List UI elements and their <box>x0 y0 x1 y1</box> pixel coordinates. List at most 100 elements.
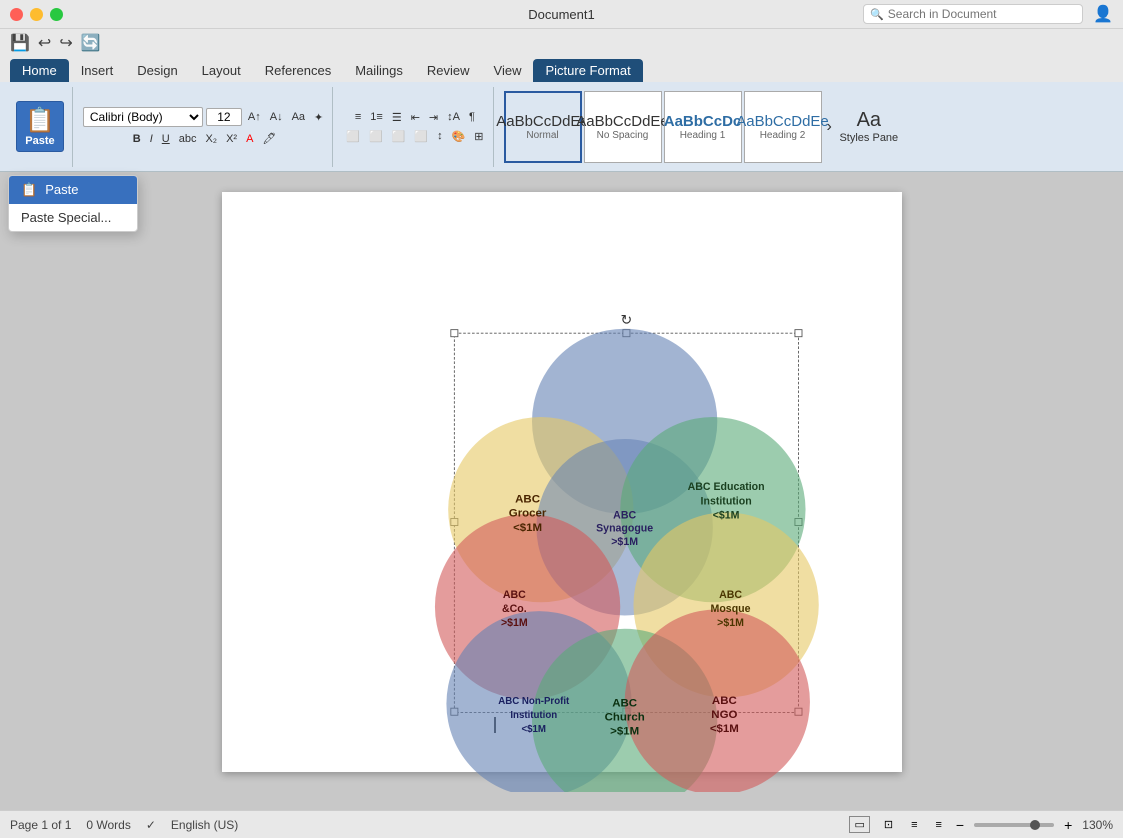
search-input[interactable] <box>888 7 1076 21</box>
font-size-input[interactable] <box>206 108 242 126</box>
label-nonprofit3: <$1M <box>521 724 546 735</box>
layout-outline-btn[interactable]: ≡ <box>907 818 921 832</box>
maximize-button[interactable] <box>50 8 63 21</box>
layout-web-btn[interactable]: ⊡ <box>880 817 897 832</box>
tab-mailings[interactable]: Mailings <box>343 59 415 82</box>
zoom-out-btn[interactable]: − <box>956 817 964 833</box>
label-nonprofit: ABC Non-Profit <box>498 696 570 707</box>
underline-btn[interactable]: U <box>159 132 173 146</box>
paste-dropdown-paste[interactable]: 📋 Paste <box>9 176 137 204</box>
tab-home[interactable]: Home <box>10 59 69 82</box>
label-nonprofit2: Institution <box>510 710 557 721</box>
show-formatting-btn[interactable]: ¶ <box>466 110 478 124</box>
redo-button[interactable]: ↪ <box>59 33 72 53</box>
align-right-btn[interactable]: ⬜ <box>389 129 409 144</box>
style-heading1-preview: AaBbCcDc <box>664 113 742 130</box>
tab-layout[interactable]: Layout <box>190 59 253 82</box>
undo-button[interactable]: ↩ <box>38 33 51 53</box>
align-center-btn[interactable]: ⬜ <box>366 129 386 144</box>
font-row2: B I U abc X₂ X² A 🖊 <box>130 131 280 146</box>
rotate-handle-icon: ↻ <box>620 311 632 327</box>
minimize-button[interactable] <box>30 8 43 21</box>
save-button[interactable]: 💾 <box>10 33 30 53</box>
label-church2: Church <box>604 712 644 724</box>
tab-design[interactable]: Design <box>125 59 189 82</box>
style-normal[interactable]: AaBbCcDdEe Normal <box>504 91 582 163</box>
user-icon[interactable]: 👤 <box>1093 4 1113 24</box>
handle-tr[interactable] <box>794 330 801 337</box>
numbering-btn[interactable]: 1≡ <box>367 110 386 124</box>
zoom-slider[interactable] <box>974 823 1054 827</box>
document-page: ↻ <box>222 192 902 772</box>
multilevel-list-btn[interactable]: ☰ <box>389 110 405 125</box>
clear-formatting-btn[interactable]: ✦ <box>311 110 326 125</box>
subscript-btn[interactable]: X₂ <box>202 132 220 146</box>
styles-group: AaBbCcDdEe Normal AaBbCcDdEe No Spacing … <box>498 87 905 167</box>
tab-picture-format[interactable]: Picture Format <box>533 59 642 82</box>
label-church3: >$1M <box>610 726 639 738</box>
tab-references[interactable]: References <box>253 59 343 82</box>
font-family-select[interactable]: Calibri (Body) <box>83 107 203 127</box>
label-mosque3: >$1M <box>717 617 744 629</box>
bold-btn[interactable]: B <box>130 132 144 146</box>
close-button[interactable] <box>10 8 23 21</box>
styles-pane-icon: Aa <box>857 109 881 132</box>
increase-indent-btn[interactable]: ⇥ <box>426 110 441 125</box>
shading-btn[interactable]: 🎨 <box>449 129 469 144</box>
italic-btn[interactable]: I <box>147 132 156 146</box>
label-grocer3: <$1M <box>513 522 542 534</box>
tab-insert[interactable]: Insert <box>69 59 126 82</box>
style-heading2[interactable]: AaBbCcDdEe Heading 2 <box>744 91 822 163</box>
label-company: ABC <box>502 589 525 601</box>
style-heading1[interactable]: AaBbCcDc Heading 1 <box>664 91 742 163</box>
proofing-icon[interactable]: ✓ <box>146 818 156 832</box>
sort-btn[interactable]: ↕A <box>444 110 463 124</box>
label-grocer2: Grocer <box>508 508 546 520</box>
style-heading1-label: Heading 1 <box>680 130 726 141</box>
paste-item-icon: 📋 <box>21 182 37 198</box>
zoom-thumb[interactable] <box>1030 820 1040 830</box>
handle-tl[interactable] <box>450 330 457 337</box>
align-left-btn[interactable]: ⬜ <box>343 129 363 144</box>
paste-special-item[interactable]: Paste Special... <box>9 204 137 231</box>
styles-expand-btn[interactable]: › <box>824 117 835 137</box>
style-no-spacing[interactable]: AaBbCcDdEe No Spacing <box>584 91 662 163</box>
label-synagogue3: >$1M <box>611 536 638 548</box>
search-box[interactable]: 🔍 <box>863 4 1083 24</box>
decrease-font-btn[interactable]: A↓ <box>267 110 286 124</box>
zoom-in-btn[interactable]: + <box>1064 817 1072 833</box>
label-company3: >$1M <box>500 617 527 629</box>
word-count: 0 Words <box>86 818 130 832</box>
label-synagogue: ABC <box>613 509 636 521</box>
label-education3: <$1M <box>712 509 739 521</box>
tab-review[interactable]: Review <box>415 59 482 82</box>
line-spacing-btn[interactable]: ↕ <box>434 129 446 143</box>
decrease-indent-btn[interactable]: ⇤ <box>408 110 423 125</box>
label-grocer: ABC <box>515 494 540 506</box>
tab-view[interactable]: View <box>482 59 534 82</box>
paste-button[interactable]: 📋 Paste <box>16 101 64 152</box>
styles-pane-button[interactable]: Aa Styles Pane <box>839 87 899 167</box>
refresh-button[interactable]: 🔄 <box>81 33 101 53</box>
highlight-btn[interactable]: 🖊 <box>259 131 279 146</box>
paste-icon: 📋 <box>25 106 55 135</box>
layout-print-btn[interactable]: ▭ <box>849 816 869 833</box>
label-ngo3: <$1M <box>709 723 738 735</box>
label-mosque: ABC <box>719 589 742 601</box>
change-case-btn[interactable]: Aa <box>289 110 308 124</box>
justify-btn[interactable]: ⬜ <box>411 129 431 144</box>
strikethrough-btn[interactable]: abc <box>176 132 200 146</box>
style-no-spacing-label: No Spacing <box>597 130 649 141</box>
increase-font-btn[interactable]: A↑ <box>245 110 264 124</box>
clipboard-group: 📋 Paste 📋 Paste Paste Special... <box>8 87 73 167</box>
font-color-btn[interactable]: A <box>243 132 256 146</box>
bullets-btn[interactable]: ≡ <box>352 110 364 124</box>
layout-draft-btn[interactable]: ≡ <box>932 818 946 832</box>
borders-btn[interactable]: ⊞ <box>471 129 486 144</box>
venn-diagram[interactable]: ↻ <box>222 192 842 792</box>
quick-access-toolbar: 💾 ↩ ↪ 🔄 <box>0 28 1123 56</box>
superscript-btn[interactable]: X² <box>223 132 240 146</box>
language: English (US) <box>171 818 238 832</box>
label-church: ABC <box>612 697 637 709</box>
ribbon-tabs: Home Insert Design Layout References Mai… <box>0 56 1123 82</box>
